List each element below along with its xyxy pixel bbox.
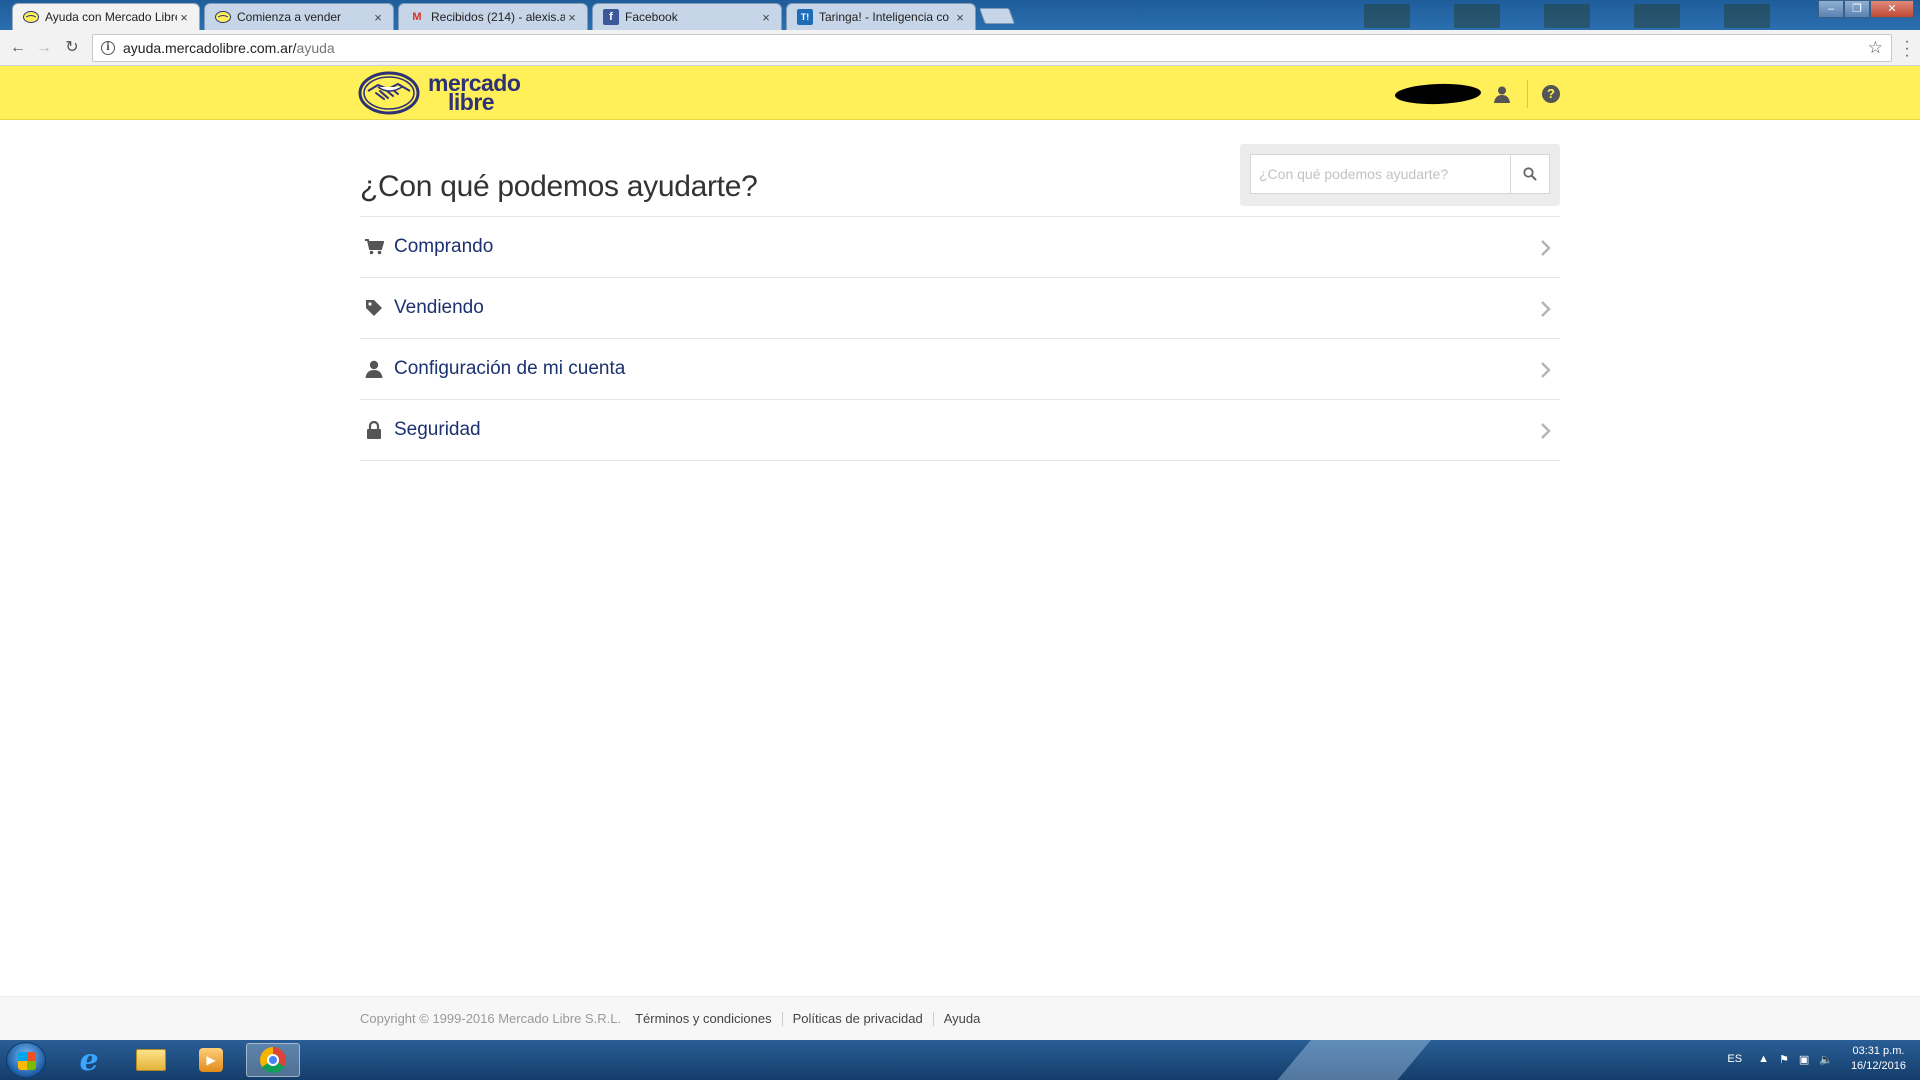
close-icon[interactable]: ×: [565, 10, 579, 25]
footer-divider: [781, 1011, 783, 1026]
network-icon[interactable]: ▣: [1799, 1053, 1809, 1066]
chevron-right-icon: [1541, 240, 1551, 256]
tab-title: Facebook: [625, 10, 678, 24]
category-seguridad[interactable]: Seguridad: [360, 400, 1560, 461]
help-icon[interactable]: ?: [1542, 85, 1560, 103]
gmail-favicon: M: [412, 11, 422, 23]
close-icon[interactable]: ×: [371, 10, 385, 25]
tray-expand-icon[interactable]: ▲: [1758, 1053, 1769, 1065]
category-label: Configuración de mi cuenta: [394, 358, 626, 379]
category-label: Vendiendo: [394, 297, 484, 318]
windows-taskbar: e ▶ ES ▲ ⚑ ▣ 🔈 03:31 p.m. 16/12/2016: [0, 1040, 1920, 1080]
taskbar-clock[interactable]: 03:31 p.m. 16/12/2016: [1851, 1044, 1906, 1074]
category-label: Comprando: [394, 236, 494, 257]
category-label: Seguridad: [394, 419, 481, 440]
browser-tab-facebook[interactable]: f Facebook ×: [592, 3, 782, 30]
redacted-username: [1394, 82, 1482, 106]
desktop-background: [1364, 4, 1770, 28]
url-host: ayuda.mercadolibre.com.ar/: [123, 40, 297, 56]
clock-date: 16/12/2016: [1850, 1060, 1906, 1072]
taringa-favicon: T!: [797, 9, 813, 25]
browser-tab-gmail[interactable]: M Recibidos (214) - alexis.a ×: [398, 3, 588, 30]
category-configuracion[interactable]: Configuración de mi cuenta: [360, 339, 1560, 400]
mercadolibre-favicon: [215, 9, 231, 25]
footer-link-privacidad[interactable]: Políticas de privacidad: [793, 1011, 923, 1026]
close-icon[interactable]: ×: [953, 10, 967, 25]
tab-title: Comienza a vender: [237, 10, 342, 24]
file-explorer-icon[interactable]: [124, 1043, 178, 1077]
info-icon[interactable]: i: [101, 41, 115, 55]
back-arrow-icon[interactable]: ←: [8, 38, 28, 58]
maximize-button[interactable]: ❐: [1844, 0, 1870, 18]
mercadolibre-favicon: [23, 9, 39, 25]
cart-icon: [364, 237, 384, 257]
chrome-icon[interactable]: [246, 1043, 300, 1077]
search-input[interactable]: [1250, 154, 1511, 194]
footer-link-terminos[interactable]: Términos y condiciones: [635, 1011, 772, 1026]
clock-time: 03:31 p.m.: [1852, 1045, 1905, 1057]
bookmark-star-icon[interactable]: ☆: [1868, 38, 1883, 58]
action-center-flag-icon[interactable]: ⚑: [1779, 1053, 1789, 1066]
category-vendiendo[interactable]: Vendiendo: [360, 278, 1560, 339]
browser-tab-comienza[interactable]: Comienza a vender ×: [204, 3, 394, 30]
site-header: mercado libre ?: [0, 66, 1920, 120]
tag-icon: [364, 298, 384, 318]
chevron-right-icon: [1541, 301, 1551, 317]
window-controls: – ❐ ✕: [1818, 0, 1914, 18]
tab-title: Recibidos (214) - alexis.a: [431, 10, 565, 24]
internet-explorer-icon[interactable]: e: [62, 1043, 116, 1078]
chevron-right-icon: [1541, 423, 1551, 439]
logo-wordmark: mercado libre: [428, 72, 521, 114]
copyright-text: Copyright © 1999-2016 Mercado Libre S.R.…: [360, 1011, 622, 1026]
header-actions: ?: [1394, 80, 1560, 108]
browser-menu-icon[interactable]: · · ·: [1904, 34, 1910, 64]
browser-tab-ayuda[interactable]: Ayuda con Mercado Libre ×: [12, 3, 200, 30]
user-icon: [364, 359, 384, 379]
search-box: [1240, 144, 1560, 206]
language-indicator[interactable]: ES: [1727, 1053, 1742, 1065]
lock-icon: [364, 420, 384, 440]
browser-toolbar: ← → ↻ i ayuda.mercadolibre.com.ar/ayuda …: [0, 30, 1920, 66]
url-path: ayuda: [296, 40, 335, 56]
start-button[interactable]: [6, 1042, 46, 1078]
close-icon[interactable]: ×: [177, 10, 191, 25]
window-close-button[interactable]: ✕: [1870, 0, 1914, 18]
footer-link-ayuda[interactable]: Ayuda: [944, 1011, 981, 1026]
search-icon: [1523, 167, 1537, 181]
handshake-logo-icon: [358, 71, 420, 115]
system-tray: ES ▲ ⚑ ▣ 🔈 03:31 p.m. 16/12/2016: [1727, 1044, 1906, 1074]
close-icon[interactable]: ×: [759, 10, 773, 25]
volume-icon[interactable]: 🔈: [1819, 1053, 1833, 1066]
search-button[interactable]: [1510, 154, 1550, 194]
reload-icon[interactable]: ↻: [62, 38, 82, 58]
header-divider: [1527, 80, 1528, 108]
media-player-icon[interactable]: ▶: [184, 1043, 238, 1077]
footer-divider: [932, 1011, 934, 1026]
tab-title: Ayuda con Mercado Libre: [45, 10, 177, 24]
new-tab-button[interactable]: [979, 8, 1015, 24]
taskbar-glow: [1252, 1040, 1448, 1080]
page-title: ¿Con qué podemos ayudarte?: [360, 170, 758, 203]
site-footer: Copyright © 1999-2016 Mercado Libre S.R.…: [0, 996, 1920, 1040]
browser-tabstrip: Ayuda con Mercado Libre × Comienza a ven…: [0, 0, 1920, 30]
facebook-favicon: f: [603, 9, 619, 25]
help-categories-list: Comprando Vendiendo Configuración de mi …: [360, 216, 1560, 461]
forward-arrow-icon[interactable]: →: [34, 38, 54, 58]
browser-tab-taringa[interactable]: T! Taringa! - Inteligencia co ×: [786, 3, 976, 30]
mercadolibre-logo[interactable]: mercado libre: [358, 71, 521, 115]
chevron-right-icon: [1541, 362, 1551, 378]
address-bar[interactable]: i ayuda.mercadolibre.com.ar/ayuda ☆: [92, 34, 1892, 62]
category-comprando[interactable]: Comprando: [360, 217, 1560, 278]
tab-title: Taringa! - Inteligencia co: [819, 10, 950, 24]
minimize-button[interactable]: –: [1818, 0, 1844, 18]
user-icon[interactable]: [1491, 83, 1513, 105]
